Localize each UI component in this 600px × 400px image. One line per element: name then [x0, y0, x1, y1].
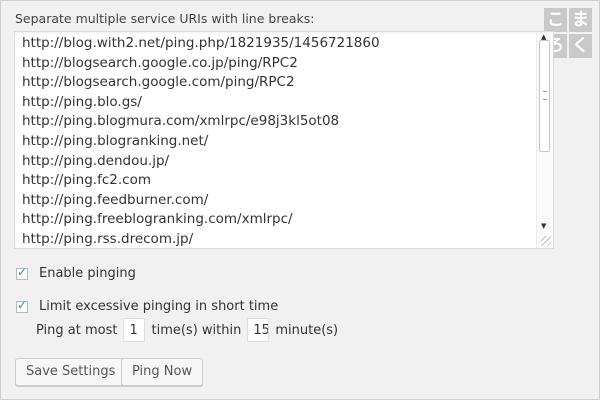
url-line: http://blog.with2.net/ping.php/1821935/1… [22, 35, 380, 51]
logo-char: こ [544, 8, 567, 32]
resize-grip-icon[interactable] [541, 236, 551, 246]
url-line: http://ping.dendou.jp/ [22, 152, 170, 169]
url-line: http://ping.freeblogranking.com/xmlrpc/ [22, 211, 293, 228]
service-uris-caption: Separate multiple service URIs with line… [15, 11, 315, 26]
enable-pinging-row: Enable pinging [16, 265, 136, 281]
scroll-thumb[interactable] [539, 40, 550, 152]
url-line: http://ping.rss.drecom.jp/ [22, 230, 194, 247]
url-line: http://ping.blo.gs/ [22, 93, 142, 110]
minutes-input[interactable]: 15 [247, 318, 270, 342]
ping-now-button[interactable]: Ping Now [121, 358, 204, 386]
service-uris-textarea[interactable]: http://blog.with2.net/ping.php/1821935/1… [14, 31, 554, 249]
url-line: http://ping.fc2.com [22, 172, 151, 189]
url-line: http://blogsearch.google.com/ping/RPC2 [22, 74, 295, 91]
limit-pinging-label: Limit excessive pinging in short time [39, 299, 279, 314]
scroll-down-icon[interactable]: ▼ [541, 222, 546, 230]
url-line: http://ping.blogmura.com/xmlrpc/e98j3kl5… [22, 113, 340, 130]
url-line: http://ping.feedburner.com/ [22, 191, 209, 208]
logo-char: く [569, 34, 592, 58]
logo-char: ま [569, 8, 592, 32]
url-line: http://blogsearch.google.co.jp/ping/RPC2 [22, 54, 298, 71]
enable-pinging-checkbox[interactable] [16, 265, 28, 280]
textarea-scrollbar[interactable]: ▲ ▼ [536, 32, 553, 248]
minutes-label: minute(s) [275, 322, 339, 338]
ping-at-most-label: Ping at most [36, 322, 118, 338]
url-list: http://blog.with2.net/ping.php/1821935/1… [22, 34, 380, 248]
times-within-label: time(s) within [151, 322, 242, 338]
enable-pinging-label: Enable pinging [39, 266, 136, 281]
save-settings-button[interactable]: Save Settings [15, 358, 127, 386]
url-line: http://ping.blogranking.net/ [22, 132, 209, 149]
limit-pinging-row: Limit excessive pinging in short time [16, 298, 279, 314]
ping-count-input[interactable]: 1 [123, 318, 146, 342]
ping-limit-row: Ping at most 1 time(s) within 15 minute(… [36, 318, 338, 342]
limit-pinging-checkbox[interactable] [16, 298, 28, 313]
